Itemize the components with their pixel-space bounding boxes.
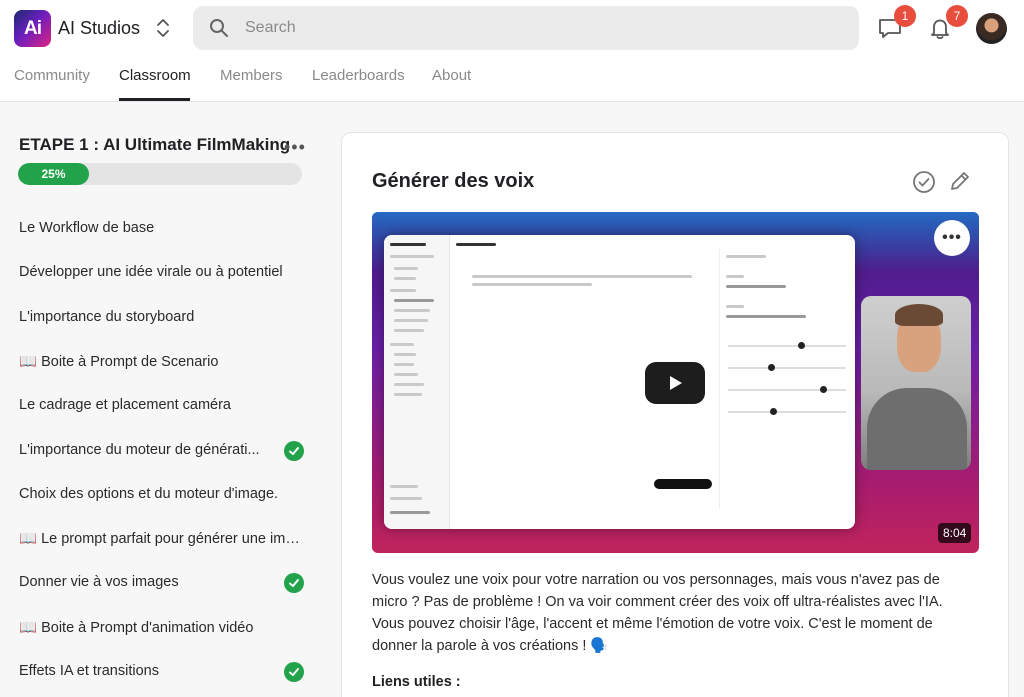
lesson-item-label: Le cadrage et placement caméra bbox=[19, 397, 231, 414]
tab-members[interactable]: Members bbox=[220, 67, 283, 84]
tab-about[interactable]: About bbox=[432, 67, 471, 84]
lesson-item-label: L'importance du storyboard bbox=[19, 308, 195, 325]
video-app-sidebar bbox=[384, 235, 450, 529]
lesson-item[interactable]: 📖 Boite à Prompt d'animation vidéo bbox=[19, 613, 309, 643]
messages-badge: 1 bbox=[894, 5, 916, 27]
lesson-item-label: Choix des options et du moteur d'image. bbox=[19, 485, 279, 502]
lesson-item[interactable]: Le cadrage et placement caméra bbox=[19, 391, 309, 421]
lesson-item[interactable]: 📖 Le prompt parfait pour générer une ima… bbox=[19, 524, 309, 554]
completed-check-icon bbox=[284, 440, 304, 461]
app-logo[interactable]: Ai bbox=[14, 10, 51, 47]
tab-classroom[interactable]: Classroom bbox=[119, 67, 191, 84]
edit-icon[interactable] bbox=[949, 170, 971, 192]
lesson-item-label: Développer une idée virale ou à potentie… bbox=[19, 264, 283, 281]
lesson-item[interactable]: Effets IA et transitions bbox=[19, 657, 309, 687]
active-tab-indicator bbox=[119, 98, 190, 101]
course-progress-fill: 25% bbox=[18, 163, 89, 185]
app-name[interactable]: AI Studios bbox=[58, 18, 140, 39]
completed-check-icon bbox=[284, 662, 304, 682]
play-icon bbox=[670, 376, 682, 390]
course-options-icon[interactable]: ••• bbox=[284, 137, 306, 158]
lesson-item[interactable]: Donner vie à vos images bbox=[19, 568, 309, 598]
lesson-item-label: 📖 Boite à Prompt d'animation vidéo bbox=[19, 619, 254, 636]
lesson-description: Vous voulez une voix pour votre narratio… bbox=[372, 572, 943, 654]
lesson-item[interactable]: Développer une idée virale ou à potentie… bbox=[19, 258, 309, 288]
lesson-card: Générer des voix ••• 8:04 Vous voulez un… bbox=[341, 132, 1009, 697]
lesson-item-label: Le Workflow de base bbox=[19, 220, 155, 236]
lesson-item-label: 📖 Boite à Prompt de Scenario bbox=[19, 353, 219, 370]
lesson-item[interactable]: Le Workflow de base bbox=[19, 214, 309, 244]
app-logo-text: Ai bbox=[24, 17, 42, 39]
lesson-item-label: 📖 Le prompt parfait pour générer une ima… bbox=[19, 531, 304, 548]
completed-check-icon bbox=[284, 573, 304, 594]
tab-community[interactable]: Community bbox=[14, 67, 90, 84]
search-icon bbox=[210, 19, 228, 37]
video-app-generate-button bbox=[654, 479, 712, 489]
group-switcher-icon[interactable] bbox=[154, 16, 172, 40]
top-header: Ai AI Studios Search 1 7 Community Class… bbox=[0, 0, 1024, 102]
video-menu-button[interactable]: ••• bbox=[934, 220, 970, 256]
alerts-badge: 7 bbox=[946, 5, 968, 27]
lesson-item[interactable]: Choix des options et du moteur d'image. bbox=[19, 480, 309, 510]
lesson-item[interactable]: 📖 Boite à Prompt de Scenario bbox=[19, 347, 309, 377]
tab-leaderboards[interactable]: Leaderboards bbox=[312, 67, 405, 84]
video-screen-capture bbox=[384, 235, 855, 529]
search-bar[interactable]: Search bbox=[193, 6, 859, 50]
user-avatar[interactable] bbox=[976, 13, 1007, 44]
lesson-video[interactable]: ••• 8:04 bbox=[372, 212, 979, 553]
lesson-item[interactable]: L'importance du storyboard bbox=[19, 303, 309, 333]
course-progress-bar: 25% bbox=[18, 163, 302, 185]
mark-complete-icon[interactable] bbox=[912, 170, 936, 194]
presenter-facecam bbox=[861, 296, 971, 470]
course-progress-label: 25% bbox=[41, 167, 66, 181]
lesson-item-label: Donner vie à vos images bbox=[19, 574, 179, 591]
lesson-item[interactable]: L'importance du moteur de générati... bbox=[19, 436, 309, 466]
search-input[interactable]: Search bbox=[245, 19, 296, 37]
video-duration: 8:04 bbox=[938, 523, 972, 543]
lesson-title: Générer des voix bbox=[372, 170, 535, 192]
lesson-item-label: Effets IA et transitions bbox=[19, 663, 159, 679]
video-app-settings-panel bbox=[719, 249, 855, 509]
useful-links-heading: Liens utiles : bbox=[372, 674, 461, 690]
course-title: ETAPE 1 : AI Ultimate FilmMaking bbox=[19, 135, 291, 154]
lesson-item-label: L'importance du moteur de générati... bbox=[19, 441, 260, 458]
video-play-button[interactable] bbox=[645, 362, 705, 404]
